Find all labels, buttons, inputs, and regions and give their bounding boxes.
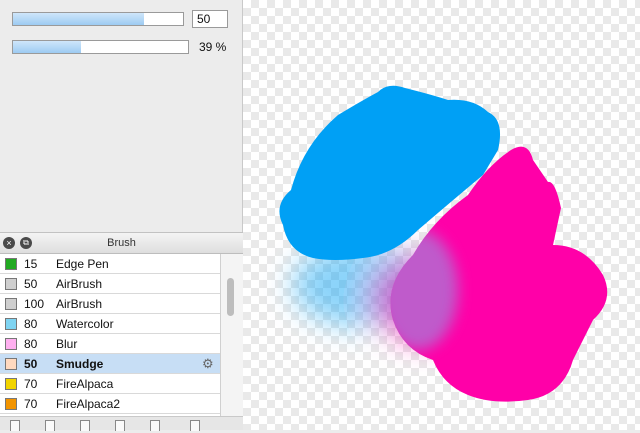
folder-icon[interactable] [115, 420, 125, 431]
brush-name: Smudge [56, 357, 104, 371]
size-slider[interactable] [12, 12, 184, 28]
drawing-canvas[interactable] [243, 0, 640, 430]
brush-list: 15 Edge Pen 50 AirBrush 100 AirBrush 80 Waterco… [0, 254, 220, 416]
brush-size: 15 [24, 257, 38, 271]
brush-name: AirBrush [56, 277, 103, 291]
brush-color-swatch [5, 278, 17, 290]
tool-panel: 50 39 % × ⧉ Brush 15 Edge Pen 50 AirBrush 10… [0, 0, 243, 431]
brush-name: Edge Pen [56, 257, 109, 271]
new-brush-icon[interactable] [10, 420, 20, 431]
brush-list-item[interactable]: 50 AirBrush [0, 274, 220, 294]
brush-list-item[interactable]: 80 Blur [0, 334, 220, 354]
import-brush-icon[interactable] [150, 420, 160, 431]
brush-color-swatch [5, 358, 17, 370]
brush-list-item[interactable]: 70 FireAlpaca2 [0, 394, 220, 414]
size-value-field[interactable]: 50 [192, 10, 228, 28]
brush-color-swatch [5, 398, 17, 410]
brush-list-item[interactable]: 70 FireAlpaca [0, 374, 220, 394]
brush-size: 70 [24, 397, 38, 411]
duplicate-brush-icon[interactable] [45, 420, 55, 431]
scrollbar-thumb[interactable] [227, 278, 234, 316]
brush-panel-header: × ⧉ Brush [0, 232, 243, 254]
size-slider-fill [13, 13, 144, 25]
brush-color-swatch [5, 338, 17, 350]
brush-name: Watercolor [56, 317, 114, 331]
brush-color-swatch [5, 298, 17, 310]
opacity-slider-fill [13, 41, 82, 53]
brush-color-swatch [5, 258, 17, 270]
brush-toolbar [0, 416, 243, 431]
brush-size: 100 [24, 297, 45, 311]
brush-size: 50 [24, 277, 38, 291]
delete-brush-icon[interactable] [190, 420, 200, 431]
opacity-value: 39 % [199, 40, 227, 54]
brush-name: AirBrush [56, 297, 103, 311]
brush-name: Blur [56, 337, 78, 351]
brush-list-item[interactable]: 15 Edge Pen [0, 254, 220, 274]
gear-icon[interactable]: ⚙ [202, 356, 214, 372]
brush-list-item[interactable]: 80 Watercolor [0, 314, 220, 334]
brush-size: 80 [24, 317, 38, 331]
brush-list-item[interactable]: 100 AirBrush [0, 294, 220, 314]
edit-brush-icon[interactable] [80, 420, 90, 431]
brush-list-scrollbar[interactable] [220, 254, 243, 416]
brush-name: FireAlpaca [56, 377, 114, 391]
canvas-artwork [279, 85, 608, 402]
brush-color-swatch [5, 318, 17, 330]
brush-panel-title: Brush [107, 237, 136, 249]
brush-color-swatch [5, 378, 17, 390]
brush-size: 80 [24, 337, 38, 351]
opacity-slider[interactable] [12, 40, 189, 56]
brush-list-item[interactable]: 50 Smudge ⚙ [0, 354, 220, 374]
brush-size: 50 [24, 357, 38, 371]
brush-size: 70 [24, 377, 38, 391]
brush-name: FireAlpaca2 [56, 397, 121, 411]
